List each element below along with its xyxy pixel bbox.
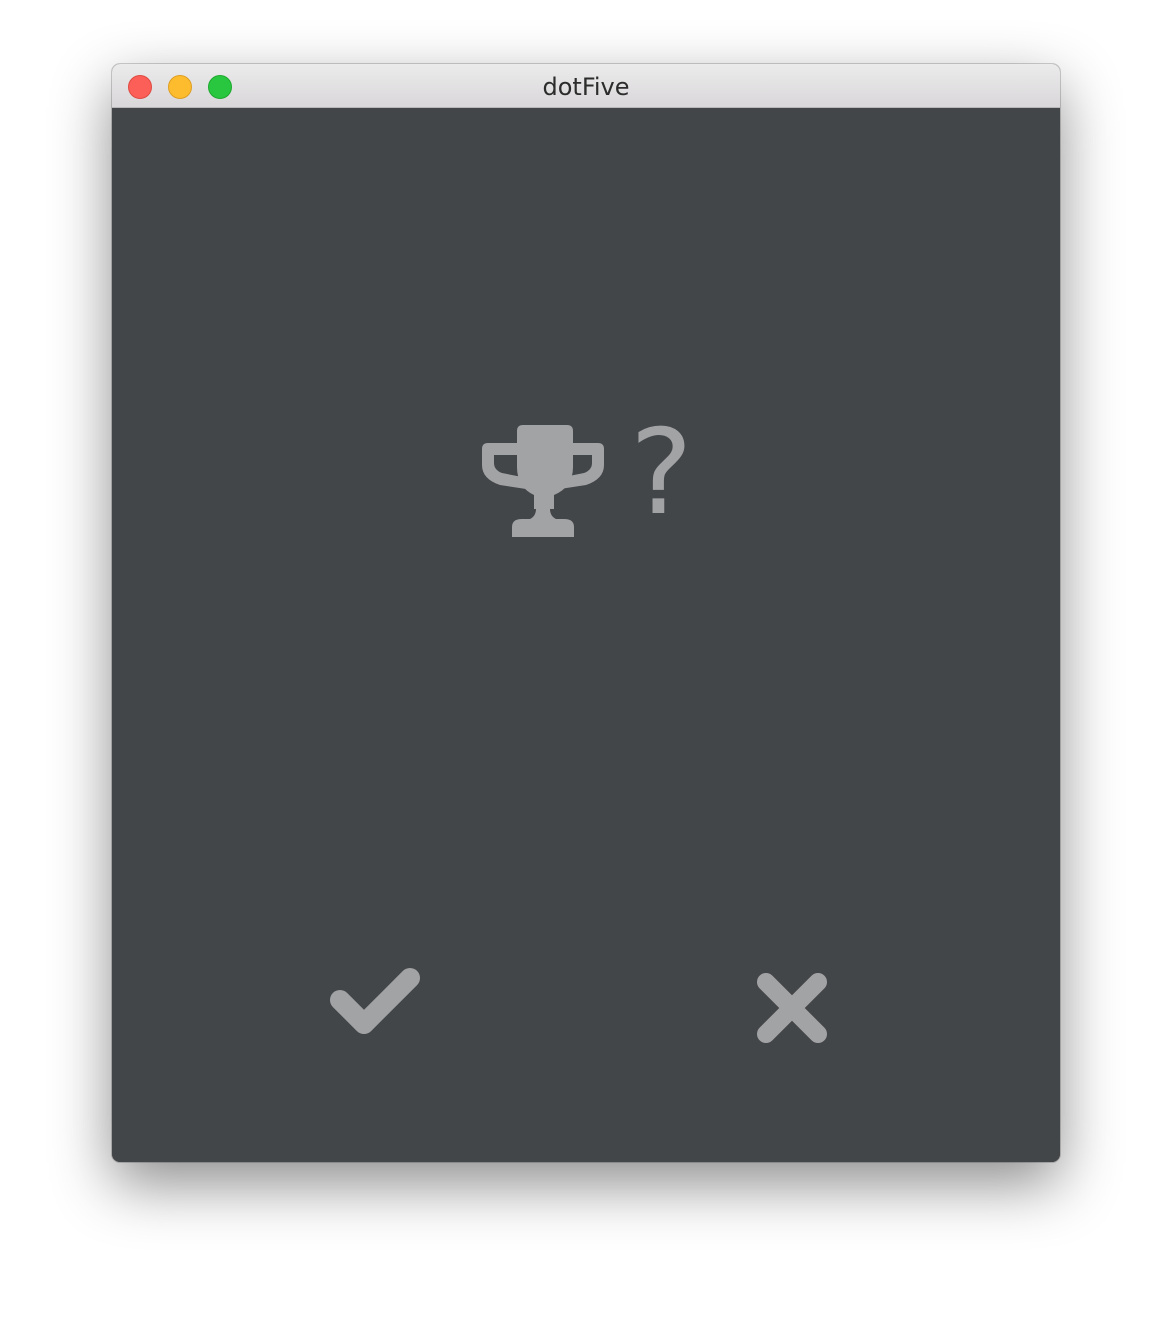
app-window: dotFive ? (112, 64, 1060, 1162)
accept-button[interactable] (326, 966, 436, 1056)
reject-button[interactable] (744, 968, 840, 1058)
title-bar[interactable]: dotFive (112, 64, 1060, 108)
trophy-icon (482, 425, 604, 537)
main-content: ? (112, 108, 1060, 1162)
window-title: dotFive (542, 73, 630, 101)
trophy-question-prompt: ? (482, 407, 702, 543)
checkmark-icon (326, 966, 436, 1056)
close-x-icon (744, 968, 840, 1058)
question-mark-text: ? (630, 403, 693, 541)
